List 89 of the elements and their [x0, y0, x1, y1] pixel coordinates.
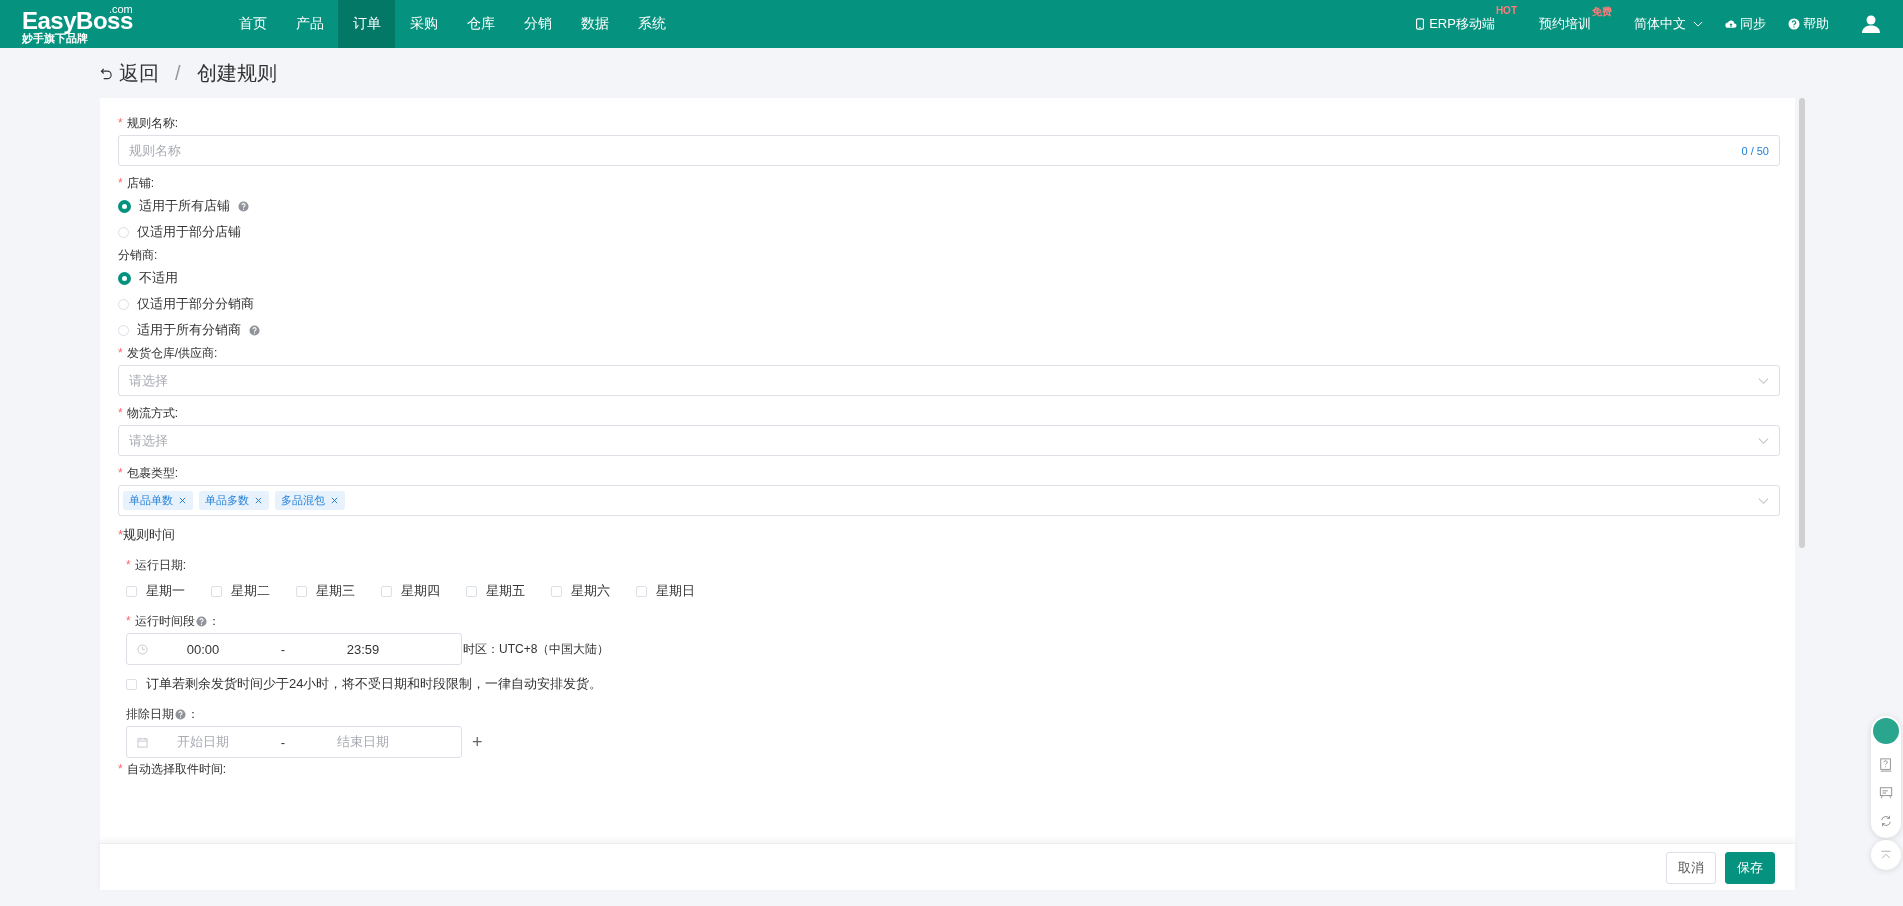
nav-menu-item[interactable]: 产品	[281, 0, 338, 48]
field-label: * 物流方式:	[118, 406, 179, 420]
calendar-icon	[137, 736, 148, 748]
help-icon[interactable]	[249, 324, 260, 336]
checkbox-label[interactable]: 星期五	[486, 582, 525, 600]
help-icon[interactable]	[195, 615, 207, 627]
clock-icon	[137, 643, 148, 655]
promo-label: 免费	[1592, 5, 1612, 19]
header-link[interactable]: 同步	[1725, 15, 1766, 33]
checkbox[interactable]	[381, 585, 392, 597]
chevron-down-icon	[1758, 436, 1769, 445]
checkbox[interactable]	[211, 585, 222, 597]
field-label: 分销商:	[118, 248, 159, 262]
help-icon	[1788, 18, 1800, 30]
cancel-button[interactable]: 取消	[1666, 851, 1716, 884]
page-title: 创建规则	[196, 60, 277, 86]
save-button[interactable]: 保存	[1725, 851, 1775, 884]
refresh-icon[interactable]	[1879, 814, 1893, 828]
section-title: *规则时间	[118, 526, 177, 544]
field-label: * 运行日期:	[126, 558, 187, 572]
radio-label[interactable]: 仅适用于部分分销商	[137, 295, 254, 313]
radio-label[interactable]: 适用于所有店铺	[139, 197, 230, 215]
checkbox-label[interactable]: 星期四	[401, 582, 440, 600]
field-label: * 自动选择取件时间:	[118, 762, 227, 776]
checkbox-label[interactable]: 星期三	[316, 582, 355, 600]
checkbox-label[interactable]: 星期二	[231, 582, 270, 600]
checkbox[interactable]	[126, 678, 137, 690]
header-link[interactable]: 简体中文	[1634, 15, 1703, 33]
breadcrumb-separator: /	[175, 61, 181, 85]
label-colon: ：	[187, 707, 199, 721]
chevron-down-icon	[1758, 496, 1769, 505]
selected-tag: 单品多数	[199, 491, 269, 510]
nav-menu-item[interactable]: 订单	[338, 0, 395, 48]
checkbox[interactable]	[126, 585, 137, 597]
close-icon[interactable]	[254, 496, 263, 505]
question-book-icon[interactable]	[1879, 758, 1893, 772]
help-icon[interactable]	[175, 708, 186, 720]
nav-menu-item[interactable]: 数据	[566, 0, 623, 48]
logo-tagline: 妙手旗下品牌	[22, 32, 88, 44]
time-range-field[interactable]: 00:00 - 23:59	[126, 633, 462, 665]
checkbox-label[interactable]: 星期日	[656, 582, 695, 600]
field-label: * 规则名称:	[118, 116, 179, 130]
close-icon[interactable]	[178, 496, 187, 505]
nav-menu-item[interactable]: 系统	[623, 0, 680, 48]
radio-label[interactable]: 适用于所有分销商	[137, 321, 241, 339]
checkbox-label[interactable]: 订单若剩余发货时间少于24小时，将不受日期和时段限制，一律自动安排发货。	[146, 675, 603, 693]
close-icon[interactable]	[330, 496, 339, 505]
multi-select-field[interactable]: 单品单数 单品多数 多品混包	[118, 485, 1780, 516]
checkbox-label[interactable]: 星期一	[146, 582, 185, 600]
field-label: * 店铺:	[118, 176, 155, 190]
checkbox[interactable]	[636, 585, 647, 597]
radio-label[interactable]: 仅适用于部分店铺	[137, 223, 241, 241]
rule-name-field[interactable]: 规则名称 0 / 50	[118, 135, 1780, 166]
add-button[interactable]: +	[472, 731, 483, 753]
user-icon[interactable]	[1861, 14, 1881, 34]
nav-menu-item[interactable]: 分销	[509, 0, 566, 48]
header-link[interactable]: 帮助	[1788, 15, 1829, 33]
nav-menu-item[interactable]: 首页	[224, 0, 281, 48]
radio-label[interactable]: 不适用	[139, 269, 178, 287]
avatar[interactable]	[1873, 718, 1899, 744]
checkbox-label[interactable]: 星期六	[571, 582, 610, 600]
chevron-down-icon	[1758, 376, 1769, 385]
help-icon[interactable]	[238, 200, 249, 212]
field-label: * 包裹类型:	[118, 466, 179, 480]
timezone-text: 时区：UTC+8（中国大陆）	[463, 640, 610, 658]
nav-menu-item[interactable]: 仓库	[452, 0, 509, 48]
header-link[interactable]: ERP移动端	[1414, 15, 1495, 33]
radio-button[interactable]	[118, 271, 131, 285]
field-label: * 运行时间段	[126, 614, 195, 628]
undo-arrow-icon	[100, 66, 113, 80]
promo-label: HOT	[1495, 5, 1517, 16]
logo[interactable]: EasyBoss .com	[22, 4, 133, 32]
cloud-upload-icon	[1725, 18, 1737, 30]
checkbox[interactable]	[551, 585, 562, 597]
phone-icon	[1414, 18, 1427, 30]
date-range-field[interactable]: 开始日期 - 结束日期	[126, 726, 462, 758]
radio-button[interactable]	[118, 199, 131, 213]
chat-icon[interactable]	[1879, 786, 1893, 800]
back-link[interactable]: 返回	[119, 59, 159, 87]
nav-menu-item[interactable]: 采购	[395, 0, 452, 48]
selected-tag: 单品单数	[123, 491, 193, 510]
checkbox[interactable]	[466, 585, 477, 597]
checkbox[interactable]	[296, 585, 307, 597]
selected-tag: 多品混包	[275, 491, 345, 510]
header-link[interactable]: 预约培训	[1539, 15, 1591, 33]
arrow-up-icon	[1880, 850, 1892, 860]
field-label: 排除日期	[126, 707, 174, 721]
field-label: * 发货仓库/供应商:	[118, 346, 219, 360]
label-colon: ：	[207, 614, 220, 628]
